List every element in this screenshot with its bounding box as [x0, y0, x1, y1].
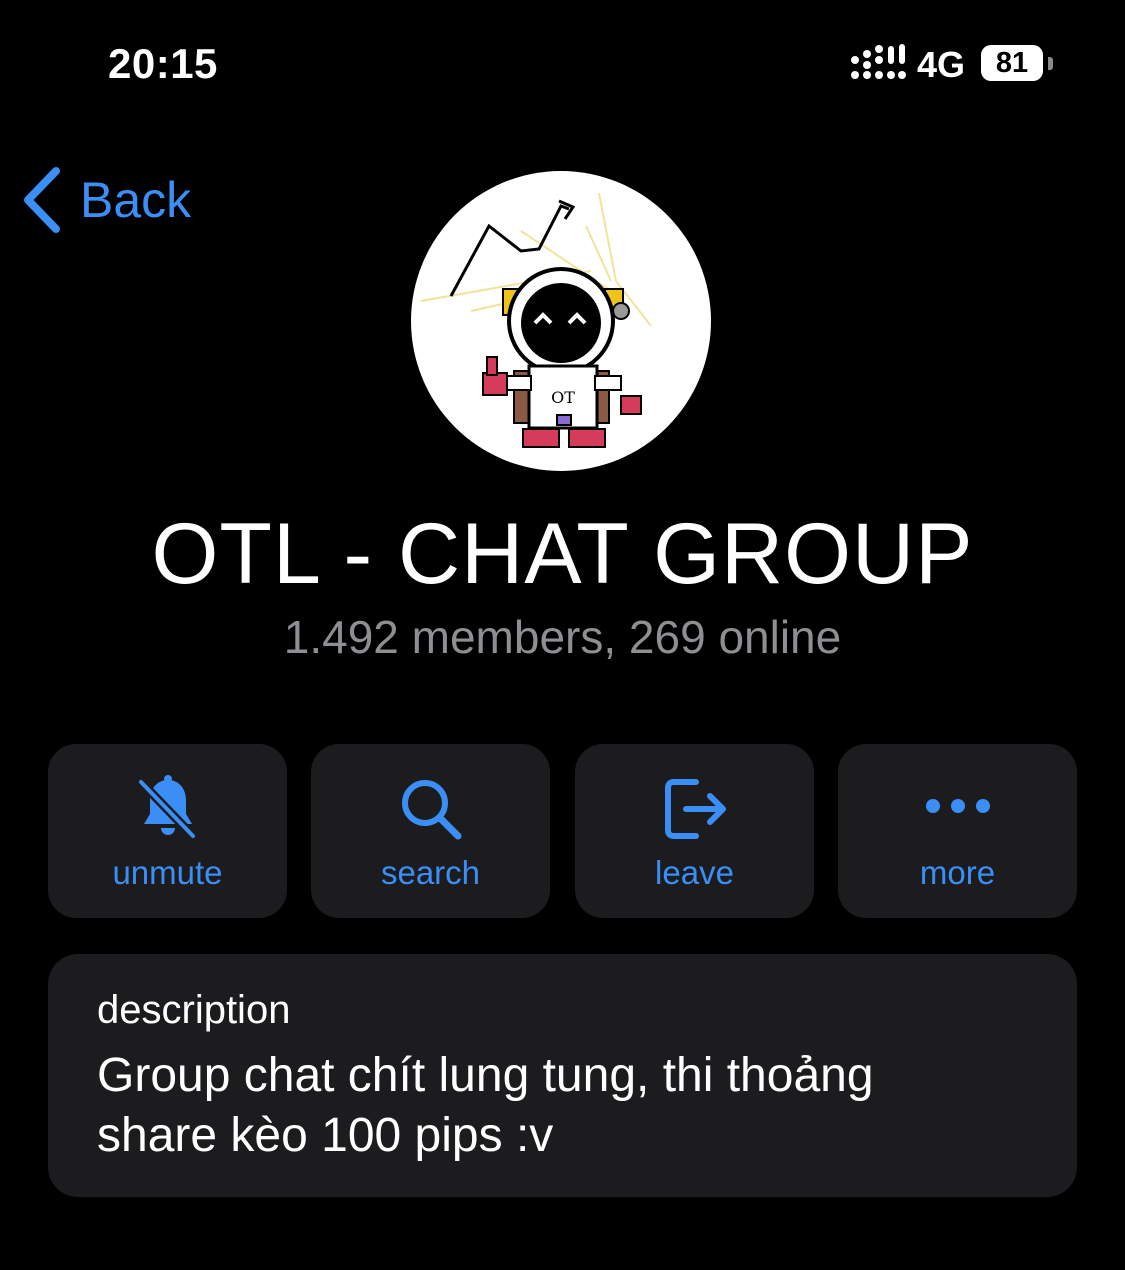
search-icon [401, 780, 461, 840]
status-bar: 20:15 4G 81 [0, 0, 1125, 130]
group-member-count: 1.492 members, 269 online [283, 611, 842, 663]
back-button[interactable]: Back [20, 160, 220, 240]
more-button[interactable]: more [838, 744, 1077, 918]
group-avatar[interactable]: OT [411, 171, 711, 471]
unmute-button[interactable]: unmute [48, 744, 287, 918]
description-heading: description [97, 988, 291, 1032]
leave-label: leave [655, 854, 734, 891]
leave-button[interactable]: leave [575, 744, 814, 918]
leave-icon [664, 779, 726, 839]
description-text[interactable]: Group chat chít lung tung, thi thoảng sh… [97, 1046, 997, 1166]
svg-text:OT: OT [551, 388, 575, 407]
action-bar: unmute search leave more [48, 744, 1077, 918]
search-button[interactable]: search [311, 744, 550, 918]
more-label: more [919, 854, 996, 891]
cellular-signal-icon [851, 44, 906, 79]
chevron-left-icon [24, 167, 60, 233]
bell-slash-icon [136, 775, 197, 841]
battery-icon: 81 [981, 45, 1045, 81]
network-type-label: 4G [917, 44, 966, 85]
back-label: Back [80, 172, 192, 228]
battery-cap [1048, 57, 1053, 70]
unmute-label: unmute [112, 854, 223, 891]
group-title: OTL - CHAT GROUP [151, 506, 974, 602]
status-time: 20:15 [108, 40, 218, 87]
description-card: description Group chat chít lung tung, t… [48, 954, 1077, 1197]
more-icon [925, 799, 990, 813]
search-label: search [380, 854, 481, 891]
astronaut-avatar-image: OT [420, 192, 652, 448]
battery-level: 81 [995, 47, 1029, 79]
